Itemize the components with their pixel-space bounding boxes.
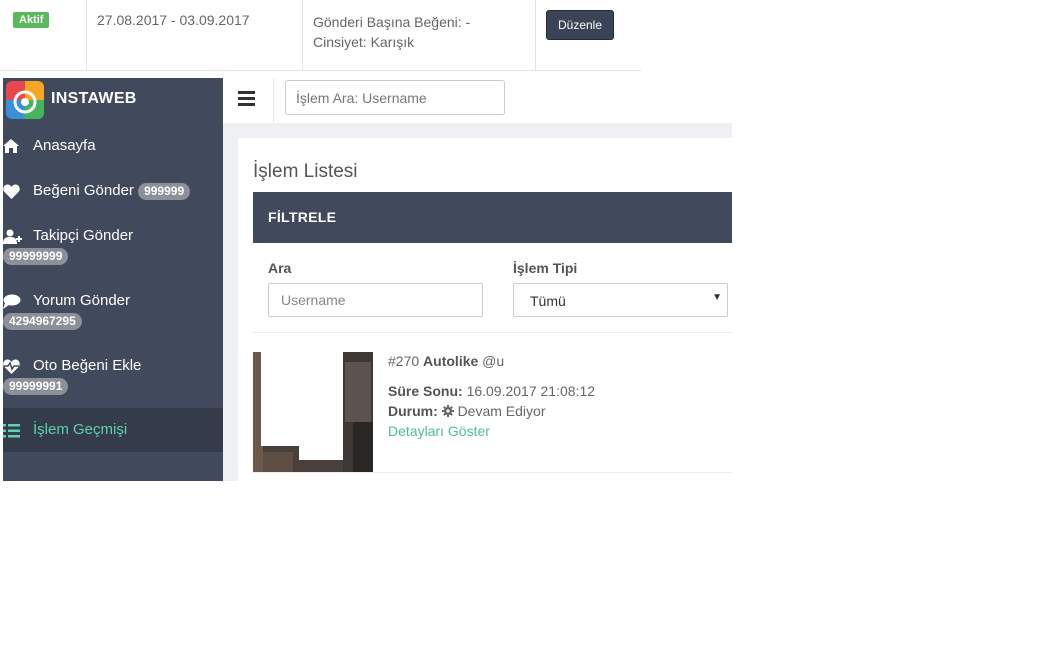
filter-header[interactable]: FİLTRELE — [253, 192, 732, 243]
sidebar-item-label: Oto Beğeni Ekle — [33, 357, 142, 374]
end-date-label: Süre Sonu: — [388, 383, 463, 399]
item-status: Durum: Devam Ediyor — [388, 403, 545, 420]
action-cell: Düzenle — [536, 0, 641, 71]
sidebar-item-label: Beğeni Gönder — [33, 182, 134, 199]
status-label: Durum: — [388, 403, 438, 419]
item-username: @u — [482, 353, 505, 369]
sidebar-item-history[interactable]: İşlem Geçmişi — [3, 408, 223, 452]
item-end-date: Süre Sonu: 16.09.2017 21:08:12 — [388, 383, 595, 399]
status-value: Devam Ediyor — [457, 403, 546, 419]
type-select[interactable]: Tümü ▼ — [513, 283, 728, 317]
username-filter-input[interactable] — [268, 283, 483, 317]
item-id: #270 — [388, 353, 420, 369]
sidebar-item-home[interactable]: Anasayfa — [3, 131, 223, 159]
end-date-value: 16.09.2017 21:08:12 — [466, 383, 596, 399]
gender-text: Cinsiyet: Karışık — [313, 34, 415, 50]
edit-button[interactable]: Düzenle — [546, 10, 614, 40]
list-icon — [3, 424, 23, 440]
heart-icon — [3, 184, 23, 200]
status-cell: Aktif — [0, 0, 87, 71]
count-badge: 4294967295 — [3, 313, 82, 330]
sidebar-item-followers[interactable]: Takipçi Gönder 99999999 — [3, 221, 223, 269]
type-select-value: Tümü — [530, 293, 566, 309]
gear-icon — [441, 404, 454, 420]
details-link[interactable]: Detayları Göster — [388, 423, 490, 439]
campaign-table-row: Aktif 27.08.2017 - 03.09.2017 Gönderi Ba… — [0, 0, 641, 71]
instaweb-logo-icon — [6, 81, 44, 119]
post-thumbnail[interactable] — [253, 352, 373, 472]
count-badge: 99999999 — [3, 248, 69, 265]
top-header — [223, 78, 732, 123]
comment-icon — [3, 294, 23, 310]
filter-label: FİLTRELE — [268, 209, 337, 225]
count-badge: 999999 — [138, 183, 191, 200]
sidebar-item-label-group: Beğeni Gönder 999999 — [33, 182, 191, 200]
sidebar-item-label: Yorum Gönder — [33, 292, 131, 309]
status-badge: Aktif — [13, 12, 50, 28]
date-range-cell: 27.08.2017 - 03.09.2017 — [87, 0, 303, 71]
sidebar-item-likes[interactable]: Beğeni Gönder 999999 — [3, 176, 223, 204]
menu-toggle-icon[interactable] — [223, 78, 274, 123]
sidebar-item-label: Anasayfa — [33, 137, 96, 154]
count-badge: 99999991 — [3, 378, 69, 395]
transaction-list-panel: İşlem Listesi FİLTRELE Ara İşlem Tipi Tü… — [238, 138, 732, 481]
likes-per-post-text: Gönderi Başına Beğeni: - — [313, 14, 471, 30]
type-field-label: İşlem Tipi — [513, 260, 578, 276]
item-type: Autolike — [423, 353, 479, 369]
heartbeat-icon — [3, 359, 23, 375]
user-plus-icon — [3, 229, 23, 245]
brand-name: INSTAWEB — [51, 90, 137, 107]
sidebar: INSTAWEB Anasayfa Beğeni Gönder 999999 T… — [3, 78, 223, 481]
home-icon — [3, 139, 23, 155]
item-title: #270 Autolike @u — [388, 353, 504, 369]
chevron-down-icon: ▼ — [712, 292, 722, 303]
info-cell: Gönderi Başına Beğeni: - Cinsiyet: Karış… — [303, 0, 536, 71]
search-input[interactable] — [285, 80, 505, 115]
sidebar-item-label: İşlem Geçmişi — [33, 421, 128, 438]
divider — [253, 332, 732, 333]
sidebar-item-auto-like[interactable]: Oto Beğeni Ekle 99999991 — [3, 351, 223, 399]
sidebar-item-label: Takipçi Gönder — [33, 227, 134, 244]
sidebar-item-comments[interactable]: Yorum Gönder 4294967295 — [3, 286, 223, 334]
page-title: İşlem Listesi — [253, 161, 358, 182]
brand[interactable]: INSTAWEB — [3, 78, 223, 123]
search-field-label: Ara — [268, 260, 292, 276]
divider — [253, 472, 732, 473]
